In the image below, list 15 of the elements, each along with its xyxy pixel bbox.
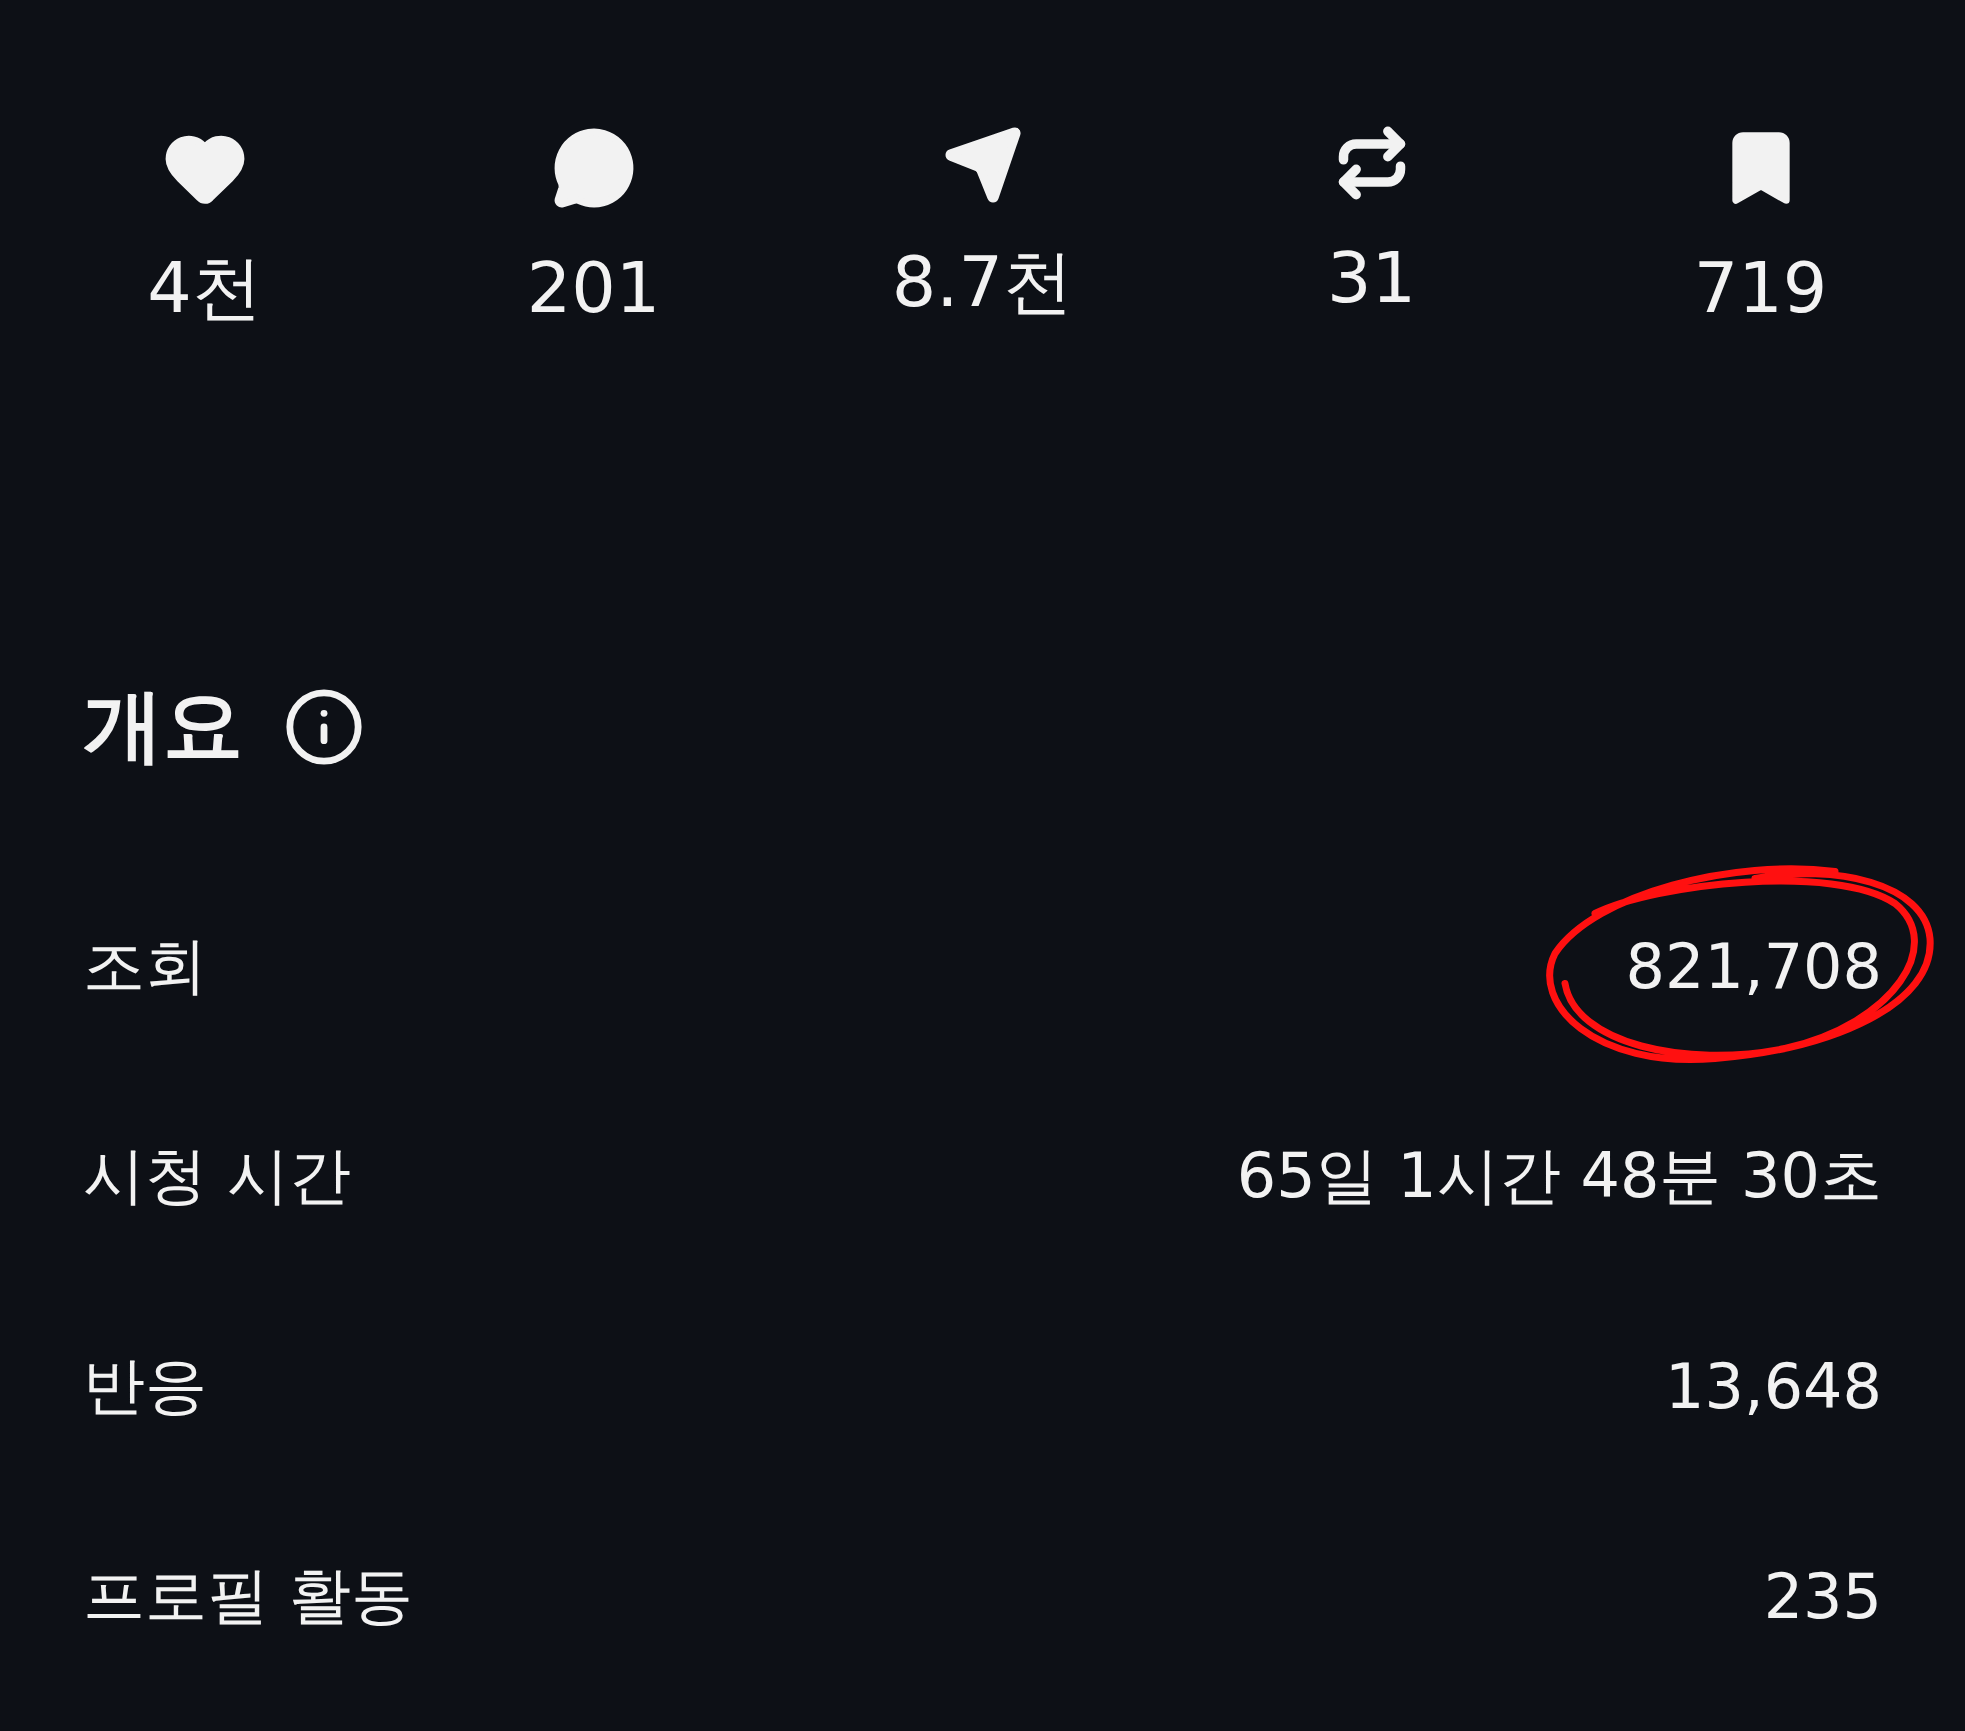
metric-label: 시청 시간 xyxy=(83,1138,351,1214)
info-icon[interactable] xyxy=(283,686,365,768)
metric-value: 13,648 xyxy=(1665,1349,1882,1423)
metric-label: 조회 xyxy=(83,928,207,1004)
stat-count: 719 xyxy=(1693,253,1828,323)
section-title: 개요 xyxy=(83,678,243,774)
metric-value: 235 xyxy=(1763,1559,1882,1633)
metric-value: 65일 1시간 48분 30초 xyxy=(1236,1138,1882,1214)
metric-label: 반응 xyxy=(83,1348,207,1424)
stat-count: 31 xyxy=(1326,243,1417,313)
stat-count: 4천 xyxy=(147,253,262,323)
metric-label: 프로필 활동 xyxy=(83,1558,413,1634)
stat-count: 201 xyxy=(526,253,661,323)
stat-count: 8.7천 xyxy=(891,247,1074,317)
metric-value: 821,708 xyxy=(1625,929,1882,1003)
